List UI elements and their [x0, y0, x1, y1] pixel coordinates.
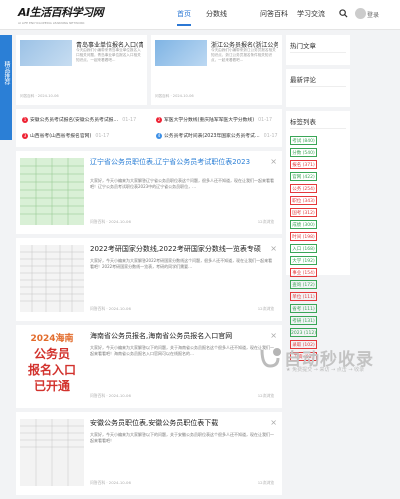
logo-subtitle: AI LIFE ENCYCLOPEDIA LEARNING NETWORK — [18, 21, 85, 25]
tag-item[interactable]: 大学 (192) — [290, 256, 317, 265]
list-item-title: 安徽公务员考试报名(安徽公务员考试报… — [30, 118, 119, 123]
list-item-date: 01-17 — [258, 118, 273, 123]
right-sidebar: 热门文章 最新评论 标签列表 考试 (840) 分数 (540) 报名 (371) 官… — [286, 35, 350, 361]
card-desc: 今天由我们小编带来浙江公务员报名相关知识点，浙江公务员报名条件相关知识点，一起来… — [211, 48, 276, 62]
view-count: 12次浏览 — [257, 306, 274, 311]
widget-title: 标签列表 — [290, 118, 316, 126]
view-count: 12次浏览 — [257, 393, 274, 398]
view-count: 12次浏览 — [257, 219, 274, 224]
watermark-subtext: ★ 免费提交 → 来访 → 点击 → 收录 — [286, 367, 365, 373]
article-meta: 问答百科 · 2024-10-06 — [90, 393, 131, 398]
list-item-title: 军医大学分数线(重庆陆军军医大学分数线) — [164, 118, 255, 123]
nav-study[interactable]: 学习交流 — [297, 9, 325, 19]
article-item[interactable]: 辽宁省公务员职位表,辽宁省公务员考试职位表2023 × 大家好，今天小编来为大家… — [16, 151, 282, 234]
article-desc: 大家好，今天小编来为大家解答辽宁省公务员职位表这个问题，很多人还不知道，现在让我… — [90, 178, 274, 189]
rank-badge: 1 — [22, 117, 28, 123]
list-item-title: 山西省考(山西省考报名官网) — [30, 134, 92, 139]
thumb-text: 2024海南 — [30, 334, 74, 344]
close-icon[interactable]: × — [270, 418, 277, 427]
close-icon[interactable]: × — [270, 331, 277, 340]
article-thumbnail[interactable]: 2024海南 公务员 报名入口 已开通 — [20, 332, 84, 399]
close-icon[interactable]: × — [270, 157, 277, 166]
featured-card[interactable]: 浙江公务员报名(浙江公务员报名条… 今天由我们小编带来浙江公务员报名相关知识点，… — [151, 35, 282, 105]
list-item[interactable]: 3 山西省考(山西省考报名官网) 01-17 — [22, 132, 109, 139]
article-item[interactable]: 安徽公务员职位表,安徽公务员职位表下载 × 大家好，今天小编来为大家解答以下的问… — [16, 412, 282, 495]
article-title[interactable]: 2022考研国家分数线,2022考研国家分数线一览表专硕 — [90, 245, 266, 254]
tag-item[interactable]: 查询 (172) — [290, 280, 317, 289]
list-item-date: 01-17 — [122, 118, 137, 123]
site-logo[interactable]: AI生活百科学习网 AI LIFE ENCYCLOPEDIA LEARNING … — [18, 4, 104, 25]
card-desc: 今天由我们小编带来青岛事业单位报名入口相关问题，青岛事业单位报名入口相关知识点，… — [76, 48, 141, 62]
widget-title: 热门文章 — [290, 42, 316, 50]
login-link[interactable]: 登录 — [367, 10, 379, 19]
list-item-date: 01-17 — [263, 134, 278, 139]
article-desc: 大家好，今天小编来为大家解答以下的问题，关于安徽公务员职位表这个很多人还不知道，… — [90, 432, 274, 443]
thumb-text: 公务员 — [33, 347, 70, 361]
tag-item[interactable]: 考试 (840) — [290, 136, 317, 145]
hot-articles-widget: 热门文章 — [286, 35, 350, 65]
nav-home[interactable]: 首页 — [177, 9, 191, 26]
article-title[interactable]: 安徽公务员职位表,安徽公务员职位表下载 — [90, 419, 266, 428]
card-thumbnail — [20, 40, 72, 66]
thumb-text: 已开通 — [33, 379, 70, 393]
list-item[interactable]: 4 公务员考试时间表(2023年国家公务员考试… 01-17 — [156, 132, 278, 139]
tag-item[interactable]: 公务 (254) — [290, 184, 317, 193]
tag-item[interactable]: 官网 (422) — [290, 172, 317, 181]
list-item-title: 公务员考试时间表(2023年国家公务员考试… — [164, 134, 260, 139]
article-desc: 大家好，今天小编来为大家解答2022考研国家分数线这个问题，很多人还不知道，现在… — [90, 258, 273, 269]
rank-badge: 3 — [22, 133, 28, 139]
main-content: 青岛事业单位报名入口(青岛事业… 今天由我们小编带来青岛事业单位报名入口相关问题… — [16, 35, 282, 499]
article-meta: 问答百科 · 2024-10-06 — [90, 306, 131, 311]
article-thumbnail[interactable] — [20, 245, 84, 312]
recommend-side-tab-label: 精品推荐 — [3, 60, 10, 85]
avatar[interactable] — [355, 8, 366, 19]
view-count: 12次浏览 — [257, 480, 274, 485]
list-item[interactable]: 1 安徽公务员考试报名(安徽公务员考试报… 01-17 — [22, 116, 142, 123]
card-thumbnail — [155, 40, 207, 66]
tag-item[interactable]: 分数 (540) — [290, 148, 317, 157]
featured-cards: 青岛事业单位报名入口(青岛事业… 今天由我们小编带来青岛事业单位报名入口相关问题… — [16, 35, 282, 105]
card-meta: 问答百科 · 2024-10-06 — [20, 94, 59, 98]
logo-title: AI生活百科学习网 — [18, 6, 104, 19]
article-thumbnail[interactable] — [20, 158, 84, 225]
tag-item[interactable]: 入口 (168) — [290, 244, 317, 253]
tag-item[interactable]: 考研 (131) — [290, 316, 317, 325]
rank-badge: 4 — [156, 133, 162, 139]
nav-score[interactable]: 分数线 — [206, 9, 227, 19]
close-icon[interactable]: × — [270, 244, 277, 253]
article-thumbnail[interactable] — [20, 419, 84, 486]
article-title[interactable]: 辽宁省公务员职位表,辽宁省公务员考试职位表2023 — [90, 158, 266, 167]
featured-card[interactable]: 青岛事业单位报名入口(青岛事业… 今天由我们小编带来青岛事业单位报名入口相关问题… — [16, 35, 147, 105]
ranked-list: 1 安徽公务员考试报名(安徽公务员考试报… 01-17 2 军医大学分数线(重庆陆军军… — [16, 109, 282, 147]
tag-item[interactable]: 事业 (154) — [290, 268, 317, 277]
article-title[interactable]: 海南省公务员报名,海南省公务员报名入口官网 — [90, 332, 266, 341]
tag-item[interactable]: 国考 (312) — [290, 208, 317, 217]
article-item[interactable]: 2024海南 公务员 报名入口 已开通 海南省公务员报名,海南省公务员报名入口官… — [16, 325, 282, 408]
top-navbar: AI生活百科学习网 AI LIFE ENCYCLOPEDIA LEARNING … — [0, 0, 400, 30]
tag-item[interactable]: 省考 (111) — [290, 304, 317, 313]
tag-item[interactable]: 报名 (371) — [290, 160, 317, 169]
watermark-logo-icon — [260, 348, 281, 368]
nav-qa[interactable]: 问答百科 — [260, 9, 288, 19]
thumb-text: 报名入口 — [27, 363, 76, 377]
tag-item[interactable]: 职位 (343) — [290, 196, 317, 205]
tag-item[interactable]: 成绩 (300) — [290, 220, 317, 229]
tag-item[interactable]: 时间 (198) — [290, 232, 317, 241]
tag-list: 考试 (840) 分数 (540) 报名 (371) 官网 (422) 公务 (254)… — [286, 130, 350, 365]
latest-comments-widget: 最新评论 — [286, 69, 350, 107]
article-desc: 大家好，今天小编来为大家解答以下的问题，关于海南省公务员报名这个很多人还不知道，… — [90, 345, 274, 356]
article-meta: 问答百科 · 2024-10-06 — [90, 480, 131, 485]
widget-title: 最新评论 — [290, 76, 316, 84]
article-meta: 问答百科 · 2024-10-06 — [90, 219, 131, 224]
article-item[interactable]: 2022考研国家分数线,2022考研国家分数线一览表专硕 × 大家好，今天小编来… — [16, 238, 282, 321]
list-item[interactable]: 2 军医大学分数线(重庆陆军军医大学分数线) 01-17 — [156, 116, 272, 123]
tag-item[interactable]: 单位 (111) — [290, 292, 317, 301]
list-item-date: 01-17 — [95, 134, 110, 139]
rank-badge: 2 — [156, 117, 162, 123]
card-meta: 问答百科 · 2024-10-06 — [155, 94, 194, 98]
tag-item[interactable]: 2023 (112) — [290, 328, 317, 337]
watermark: 自动秒收录 ★ 免费提交 → 来访 → 点击 → 收录 — [258, 346, 386, 373]
search-icon[interactable] — [339, 9, 348, 18]
tags-widget: 标签列表 考试 (840) 分数 (540) 报名 (371) 官网 (422) 公务 … — [286, 111, 350, 361]
